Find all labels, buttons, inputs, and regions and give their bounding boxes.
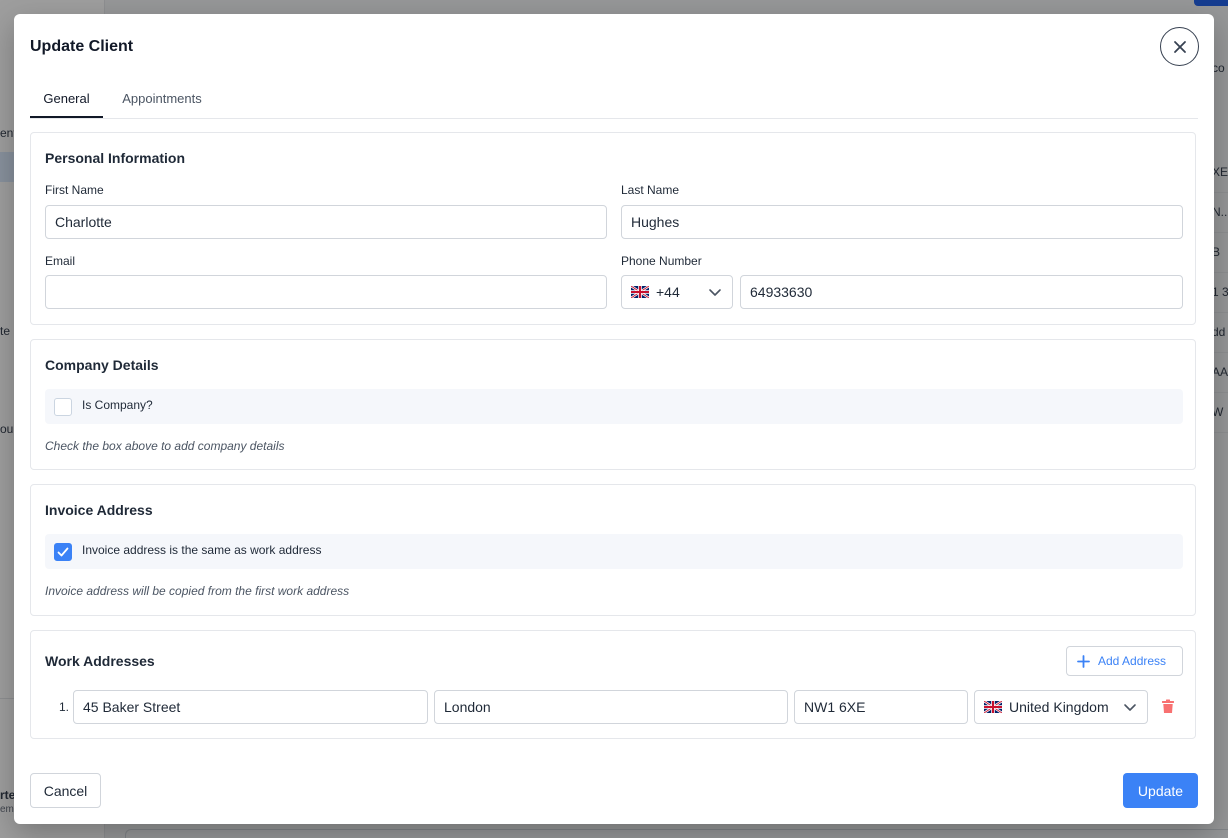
personal-information-card: Personal Information First Name Last Nam… [30,132,1196,325]
first-name-label: First Name [45,183,104,197]
company-details-card: Company Details Is Company? Check the bo… [30,339,1196,470]
first-name-input[interactable] [45,205,607,239]
email-label: Email [45,254,76,268]
trash-icon[interactable] [1161,699,1175,714]
check-icon [57,547,69,557]
postcode-input[interactable] [794,690,968,724]
add-address-label: Add Address [1098,654,1167,668]
phone-country-select[interactable]: +44 [621,275,733,309]
cancel-button[interactable]: Cancel [30,773,101,808]
section-title: Personal Information [45,150,186,166]
section-title: Work Addresses [45,653,155,669]
tab-general[interactable]: General [30,80,103,118]
address-row-number: 1. [59,700,70,714]
last-name-label: Last Name [621,183,680,197]
chevron-down-icon [709,289,721,296]
company-hint: Check the box above to add company detai… [45,439,285,453]
is-company-label: Is Company? [82,398,153,412]
section-title: Company Details [45,357,159,373]
add-address-button[interactable]: Add Address [1066,646,1183,676]
chevron-down-icon [1124,704,1136,711]
last-name-input[interactable] [621,205,1183,239]
country-select[interactable]: United Kingdom [974,690,1148,724]
phone-code: +44 [656,284,680,300]
invoice-same-label: Invoice address is the same as work addr… [82,543,322,557]
close-icon [1173,40,1186,53]
is-company-toggle[interactable]: Is Company? [45,389,1183,424]
country-value: United Kingdom [1009,699,1109,715]
phone-number-label: Phone Number [621,254,702,268]
update-client-modal: Update Client General Appointments Perso… [14,14,1214,824]
work-addresses-card: Work Addresses Add Address 1. United Kin… [30,630,1196,739]
phone-number-input[interactable] [740,275,1183,309]
close-button[interactable] [1160,27,1199,66]
tab-appointments[interactable]: Appointments [120,80,204,117]
tab-bar: General Appointments [30,80,1198,119]
plus-icon [1077,654,1090,668]
city-input[interactable] [434,690,788,724]
email-input[interactable] [45,275,607,309]
invoice-same-toggle[interactable]: Invoice address is the same as work addr… [45,534,1183,569]
section-title: Invoice Address [45,502,153,518]
invoice-same-checkbox[interactable] [54,543,72,561]
invoice-address-card: Invoice Address Invoice address is the s… [30,484,1196,616]
update-button[interactable]: Update [1123,773,1198,808]
is-company-checkbox[interactable] [54,398,72,416]
uk-flag-icon [984,701,1002,713]
uk-flag-icon [631,286,649,298]
invoice-hint: Invoice address will be copied from the … [45,584,350,598]
street-input[interactable] [73,690,428,724]
modal-title: Update Client [30,38,134,55]
